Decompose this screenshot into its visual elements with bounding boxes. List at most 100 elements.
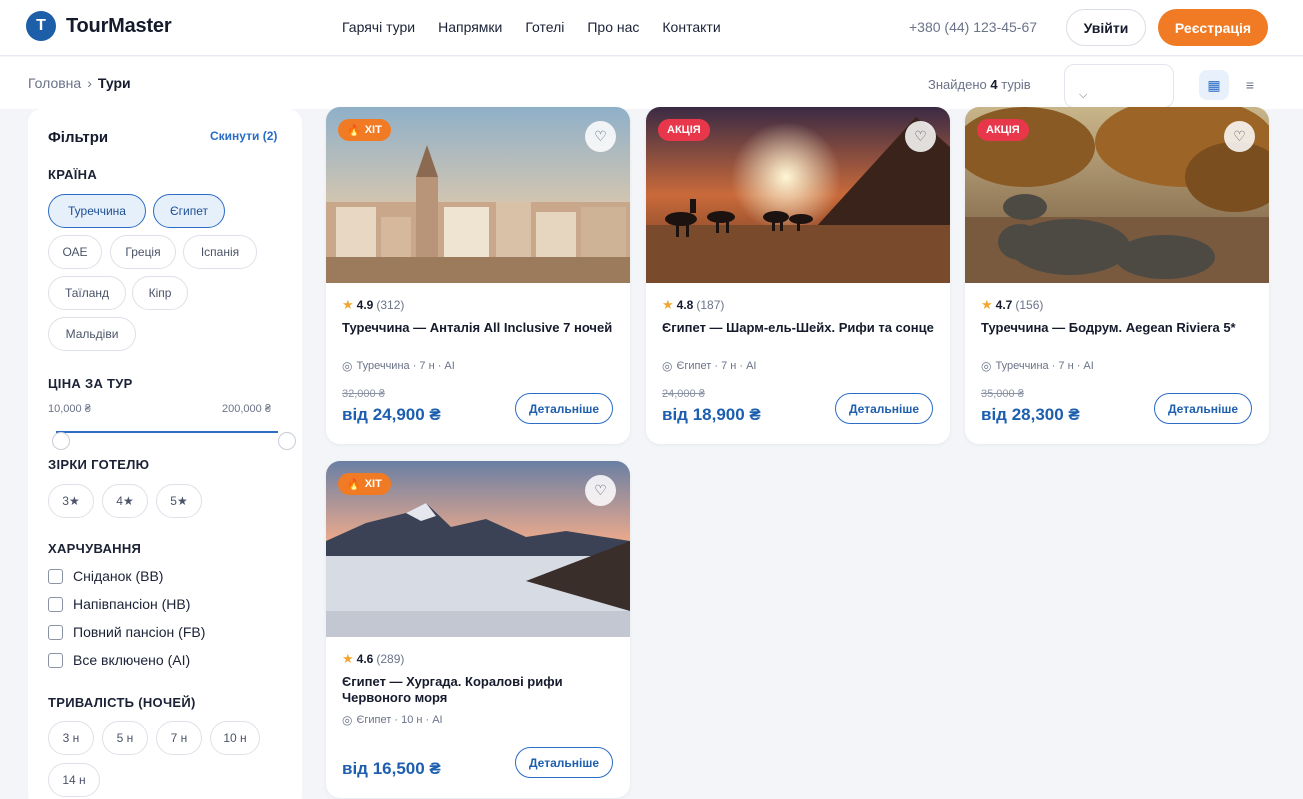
- location-pin-icon: ◎: [342, 713, 353, 727]
- found-count: 4: [990, 77, 998, 92]
- country-chip-uae[interactable]: ОАЕ: [48, 235, 102, 269]
- logo-text: TourMaster: [66, 14, 172, 37]
- star-icon: ★: [662, 297, 674, 312]
- favorite-heart-icon[interactable]: ♡: [585, 475, 616, 506]
- results-count: Знайдено 4 турів: [928, 77, 1031, 92]
- tour-card[interactable]: АКЦІЯ ♡ ★ 4.7 (156) Туреччина — Бодрум. …: [965, 107, 1269, 444]
- tour-card[interactable]: АКЦІЯ ♡ ★ 4.8 (187) Єгипет — Шарм-ель-Ше…: [646, 107, 950, 444]
- meal-option-fb[interactable]: Повний пансіон (FB): [48, 624, 205, 640]
- price-range-max-handle[interactable]: [278, 432, 296, 450]
- tour-card[interactable]: 🔥 ХІТ ♡ ★ 4.9 (312) Туреччина — Анталія …: [326, 107, 630, 444]
- nav-hotels[interactable]: Готелі: [525, 19, 564, 35]
- promo-badge: АКЦІЯ: [658, 119, 710, 141]
- tour-title[interactable]: Єгипет — Шарм-ель-Шейх. Рифи та сонце: [662, 320, 934, 336]
- favorite-heart-icon[interactable]: ♡: [905, 121, 936, 152]
- price-label: ЦІНА ЗА ТУР: [48, 376, 133, 391]
- favorite-heart-icon[interactable]: ♡: [1224, 121, 1255, 152]
- checkbox[interactable]: [48, 596, 63, 612]
- star-icon: ★: [981, 297, 993, 312]
- tour-title[interactable]: Єгипет — Хургада. Коралові рифи Червоног…: [342, 674, 614, 706]
- favorite-heart-icon[interactable]: ♡: [585, 121, 616, 152]
- country-chip-maldives[interactable]: Мальдіви: [48, 317, 136, 351]
- chevron-down-icon: ⌵: [1079, 89, 1088, 101]
- tour-title[interactable]: Туреччина — Бодрум. Aegean Riviera 5*: [981, 320, 1253, 336]
- found-prefix: Знайдено: [928, 77, 987, 92]
- register-button[interactable]: Реєстрація: [1158, 9, 1268, 46]
- details-button[interactable]: Детальніше: [515, 747, 613, 778]
- rating-score: 4.8: [676, 298, 694, 312]
- review-count: (289): [376, 652, 405, 666]
- tour-card[interactable]: 🔥 ХІТ ♡ ★ 4.6 (289) Єгипет — Хургада. Ко…: [326, 461, 630, 798]
- reset-filters-link[interactable]: Скинути (2): [210, 129, 277, 143]
- country-chip-turkey[interactable]: Туреччина: [48, 194, 146, 228]
- country-chip-cyprus[interactable]: Кіпр: [132, 276, 188, 310]
- breadcrumb-separator-icon: ›: [87, 75, 92, 91]
- breadcrumb: Головна › Тури: [28, 75, 131, 91]
- star-icon: ★: [342, 651, 354, 666]
- checkbox[interactable]: [48, 568, 63, 584]
- details-button[interactable]: Детальніше: [515, 393, 613, 424]
- rating: ★ 4.8 (187): [662, 297, 724, 313]
- tour-title[interactable]: Туреччина — Анталія All Inclusive 7 ноче…: [342, 320, 614, 336]
- breadcrumb-home[interactable]: Головна: [28, 75, 81, 91]
- filters-panel: Фільтри Скинути (2) КРАЇНА Туреччина Єги…: [28, 109, 302, 799]
- tour-meta: ◎ Туреччина · 7 н · AI: [342, 359, 455, 373]
- nights-chip-14[interactable]: 14 н: [48, 763, 100, 797]
- meal-option-hb[interactable]: Напівпансіон (HB): [48, 596, 190, 612]
- price-min: 10,000 ₴: [48, 403, 91, 415]
- checkbox[interactable]: [48, 624, 63, 640]
- stars-chip-4[interactable]: 4★: [102, 484, 148, 518]
- country-chip-thailand[interactable]: Таїланд: [48, 276, 126, 310]
- promo-badge: АКЦІЯ: [977, 119, 1029, 141]
- sort-select[interactable]: ⌵: [1064, 64, 1174, 108]
- fire-icon: 🔥: [347, 124, 361, 137]
- meal-label-ai: Все включено (AI): [73, 652, 191, 668]
- details-button[interactable]: Детальніше: [835, 393, 933, 424]
- nights-chip-7[interactable]: 7 н: [156, 721, 202, 755]
- country-chip-greece[interactable]: Греція: [110, 235, 176, 269]
- review-count: (156): [1015, 298, 1044, 312]
- rating: ★ 4.6 (289): [342, 651, 404, 667]
- country-chip-egypt[interactable]: Єгипет: [153, 194, 225, 228]
- meal-option-ai[interactable]: Все включено (AI): [48, 652, 190, 668]
- price-max: 200,000 ₴: [222, 403, 271, 415]
- breadcrumb-current: Тури: [97, 75, 131, 91]
- nights-chip-3[interactable]: 3 н: [48, 721, 94, 755]
- meal-label-fb: Повний пансіон (FB): [73, 624, 206, 640]
- nav-hot-tours[interactable]: Гарячі тури: [342, 19, 415, 35]
- price-range-min-handle[interactable]: [52, 432, 70, 450]
- rating: ★ 4.7 (156): [981, 297, 1043, 313]
- phone-number[interactable]: +380 (44) 123-45-67: [909, 19, 1037, 35]
- tour-meta-text: Туреччина · 7 н · AI: [356, 360, 455, 372]
- details-button[interactable]: Детальніше: [1154, 393, 1252, 424]
- fire-icon: 🔥: [347, 478, 361, 491]
- stars-chip-3[interactable]: 3★: [48, 484, 94, 518]
- stars-label: ЗІРКИ ГОТЕЛЮ: [48, 457, 150, 472]
- price: від 28,300 ₴: [981, 405, 1080, 424]
- rating-score: 4.9: [356, 298, 374, 312]
- list-view-icon[interactable]: ≡: [1235, 70, 1265, 100]
- nights-chip-10[interactable]: 10 н: [210, 721, 260, 755]
- hit-badge: 🔥 ХІТ: [338, 473, 391, 495]
- old-price: 32,000 ₴: [342, 388, 385, 400]
- tour-meta: ◎ Єгипет · 10 н · AI: [342, 713, 443, 727]
- nav-destinations[interactable]: Напрямки: [438, 19, 502, 35]
- logo[interactable]: T TourMaster: [26, 11, 172, 41]
- tour-meta: ◎ Єгипет · 7 н · AI: [662, 359, 757, 373]
- meal-label-hb: Напівпансіон (HB): [73, 596, 191, 612]
- results-toolbar: Головна › Тури Знайдено 4 турів ⌵: [0, 57, 1303, 109]
- location-pin-icon: ◎: [662, 359, 673, 373]
- nav-contacts[interactable]: Контакти: [662, 19, 720, 35]
- nav-about[interactable]: Про нас: [587, 19, 639, 35]
- stars-chip-5[interactable]: 5★: [156, 484, 202, 518]
- meal-option-bb[interactable]: Сніданок (BB): [48, 568, 163, 584]
- login-button[interactable]: Увійти: [1066, 9, 1146, 46]
- grid-view-icon[interactable]: ▦: [1199, 70, 1229, 100]
- country-chip-spain[interactable]: Іспанія: [183, 235, 257, 269]
- checkbox[interactable]: [48, 652, 63, 668]
- old-price: 24,000 ₴: [662, 388, 705, 400]
- price-range-track[interactable]: [56, 431, 278, 433]
- logo-mark-icon: T: [26, 11, 56, 41]
- nights-chip-5[interactable]: 5 н: [102, 721, 148, 755]
- tour-meta-text: Єгипет · 7 н · AI: [676, 360, 757, 372]
